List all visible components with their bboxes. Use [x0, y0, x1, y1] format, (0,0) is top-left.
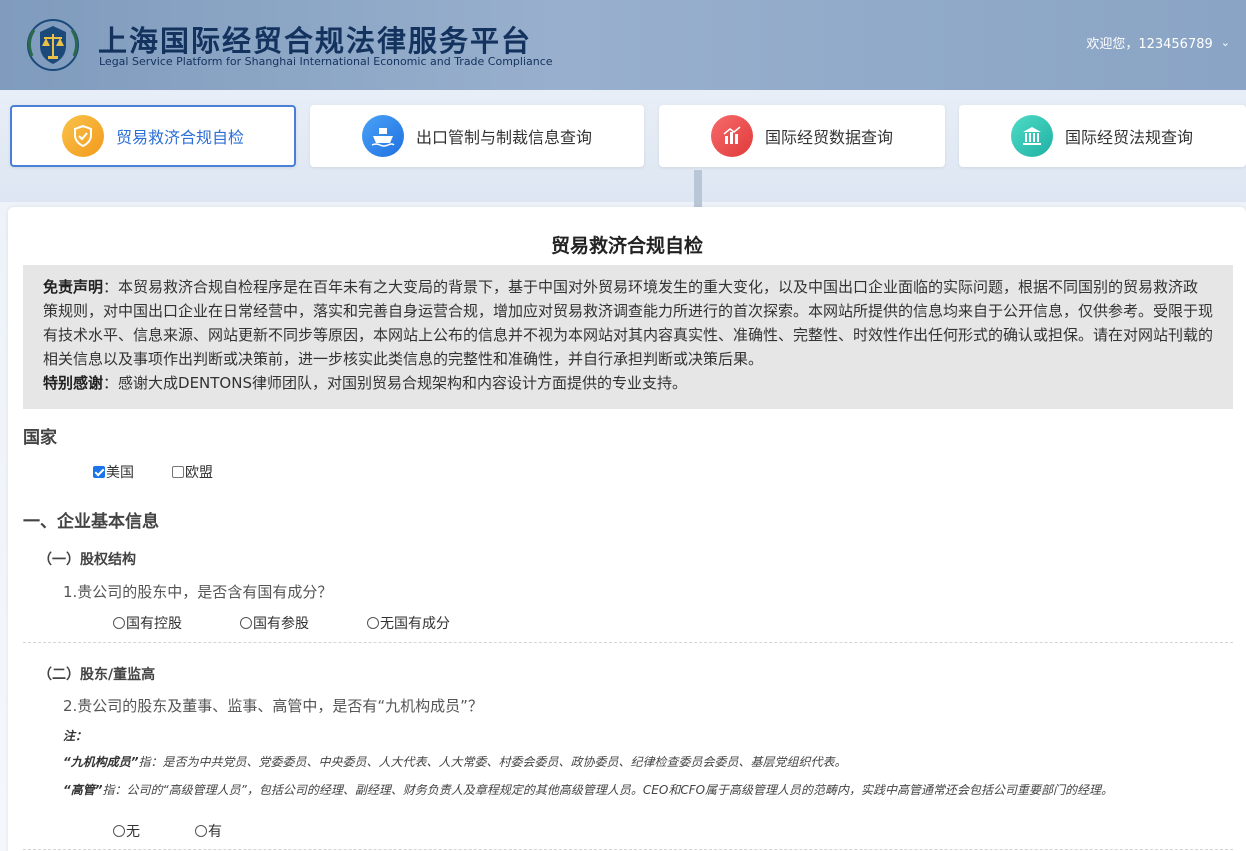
q2-option-no[interactable]: 无	[113, 821, 140, 841]
tab-trade-remedy-self-check[interactable]: 贸易救济合规自检	[10, 105, 296, 167]
radio-button[interactable]	[113, 825, 125, 837]
disclaimer-text: ：本贸易救济合规自检程序是在百年未有之大变局的背景下，基于中国对外贸易环境发生的…	[43, 278, 1214, 368]
divider	[23, 642, 1233, 643]
q2-option-yes[interactable]: 有	[195, 821, 222, 841]
radio-button[interactable]	[240, 617, 252, 629]
question-2: 2.贵公司的股东及董事、监事、高管中，是否有“九机构成员”？	[63, 697, 483, 715]
tab-label: 国际经贸法规查询	[1065, 128, 1194, 147]
us-checkbox[interactable]	[93, 466, 105, 478]
bar-chart-icon	[711, 115, 753, 157]
country-label: 国家	[23, 428, 57, 448]
radio-button[interactable]	[113, 617, 125, 629]
disclaimer-paragraph: 免责声明：本贸易救济合规自检程序是在百年未有之大变局的背景下，基于中国对外贸易环…	[43, 275, 1213, 371]
option-label: 美国	[106, 465, 134, 481]
option-label: 欧盟	[185, 465, 213, 481]
self-check-form-card: 贸易救济合规自检 免责声明：本贸易救济合规自检程序是在百年未有之大变局的背景下，…	[8, 207, 1246, 851]
radio-button[interactable]	[367, 617, 379, 629]
page-title: 贸易救济合规自检	[550, 235, 703, 257]
shield-check-icon	[62, 115, 104, 157]
scales-of-justice-logo-icon	[27, 19, 79, 71]
decorative-tower	[694, 170, 702, 208]
user-greeting: 欢迎您，123456789	[1086, 37, 1213, 52]
tab-label: 国际经贸数据查询	[765, 128, 894, 147]
header: 上海国际经贸合规法律服务平台 Legal Service Platform fo…	[0, 0, 1246, 90]
note2-label: “高管”	[63, 783, 103, 797]
eu-checkbox[interactable]	[172, 466, 184, 478]
note2-text: 指：公司的“高级管理人员”，包括公司的经理、副经理、财务负责人及章程规定的其他高…	[102, 783, 1114, 797]
country-option-us[interactable]: 美国	[93, 462, 134, 482]
thanks-label: 特别感谢	[43, 374, 104, 392]
note-nine-institutions: “九机构成员”指：是否为中共党员、党委委员、中央委员、人大代表、人大常委、村委会…	[63, 753, 846, 770]
country-option-eu[interactable]: 欧盟	[172, 462, 213, 482]
thanks-paragraph: 特别感谢：感谢大成DENTONS律师团队，对国别贸易合规架构和内容设计方面提供的…	[43, 371, 1213, 395]
platform-subtitle: Legal Service Platform for Shanghai Inte…	[99, 55, 553, 68]
ship-icon	[362, 115, 404, 157]
note-label: 注：	[63, 727, 87, 744]
platform-title: 上海国际经贸合规法律服务平台	[98, 24, 533, 58]
note-executives: “高管”指：公司的“高级管理人员”，包括公司的经理、副经理、财务负责人及章程规定…	[63, 781, 1113, 798]
divider	[23, 849, 1233, 850]
note1-text: 指：是否为中共党员、党委委员、中央委员、人大代表、人大常委、村委会委员、政协委员…	[138, 755, 847, 769]
option-label: 无	[126, 824, 140, 840]
user-menu[interactable]: 欢迎您，123456789 ⌄	[1086, 33, 1230, 52]
q1-option-no-state[interactable]: 无国有成分	[367, 613, 450, 633]
tab-label: 贸易救济合规自检	[116, 128, 245, 147]
tab-export-control-query[interactable]: 出口管制与制裁信息查询	[310, 105, 644, 167]
subsection-title: （一）股权结构	[38, 552, 136, 568]
option-label: 无国有成分	[380, 616, 450, 632]
option-label: 国有参股	[253, 616, 309, 632]
radio-button[interactable]	[195, 825, 207, 837]
section-title: 一、企业基本信息	[23, 512, 159, 532]
chevron-down-icon: ⌄	[1220, 36, 1230, 49]
note-label-text: 注：	[63, 729, 88, 743]
q1-option-state-share[interactable]: 国有参股	[240, 613, 309, 633]
tab-trade-data-query[interactable]: 国际经贸数据查询	[659, 105, 945, 167]
disclaimer-label: 免责声明	[43, 278, 104, 296]
thanks-text: ：感谢大成DENTONS律师团队，对国别贸易合规架构和内容设计方面提供的专业支持…	[103, 374, 687, 392]
question-1: 1.贵公司的股东中，是否含有国有成分？	[63, 583, 333, 601]
subsection-title: （二）股东/董监高	[38, 667, 156, 683]
option-label: 有	[208, 824, 222, 840]
option-label: 国有控股	[126, 616, 182, 632]
tab-trade-law-query[interactable]: 国际经贸法规查询	[959, 105, 1246, 167]
note1-label: “九机构成员”	[63, 755, 139, 769]
tab-label: 出口管制与制裁信息查询	[416, 128, 593, 147]
disclaimer-box: 免责声明：本贸易救济合规自检程序是在百年未有之大变局的背景下，基于中国对外贸易环…	[23, 265, 1233, 409]
institution-icon	[1011, 115, 1053, 157]
q1-option-state-controlled[interactable]: 国有控股	[113, 613, 182, 633]
